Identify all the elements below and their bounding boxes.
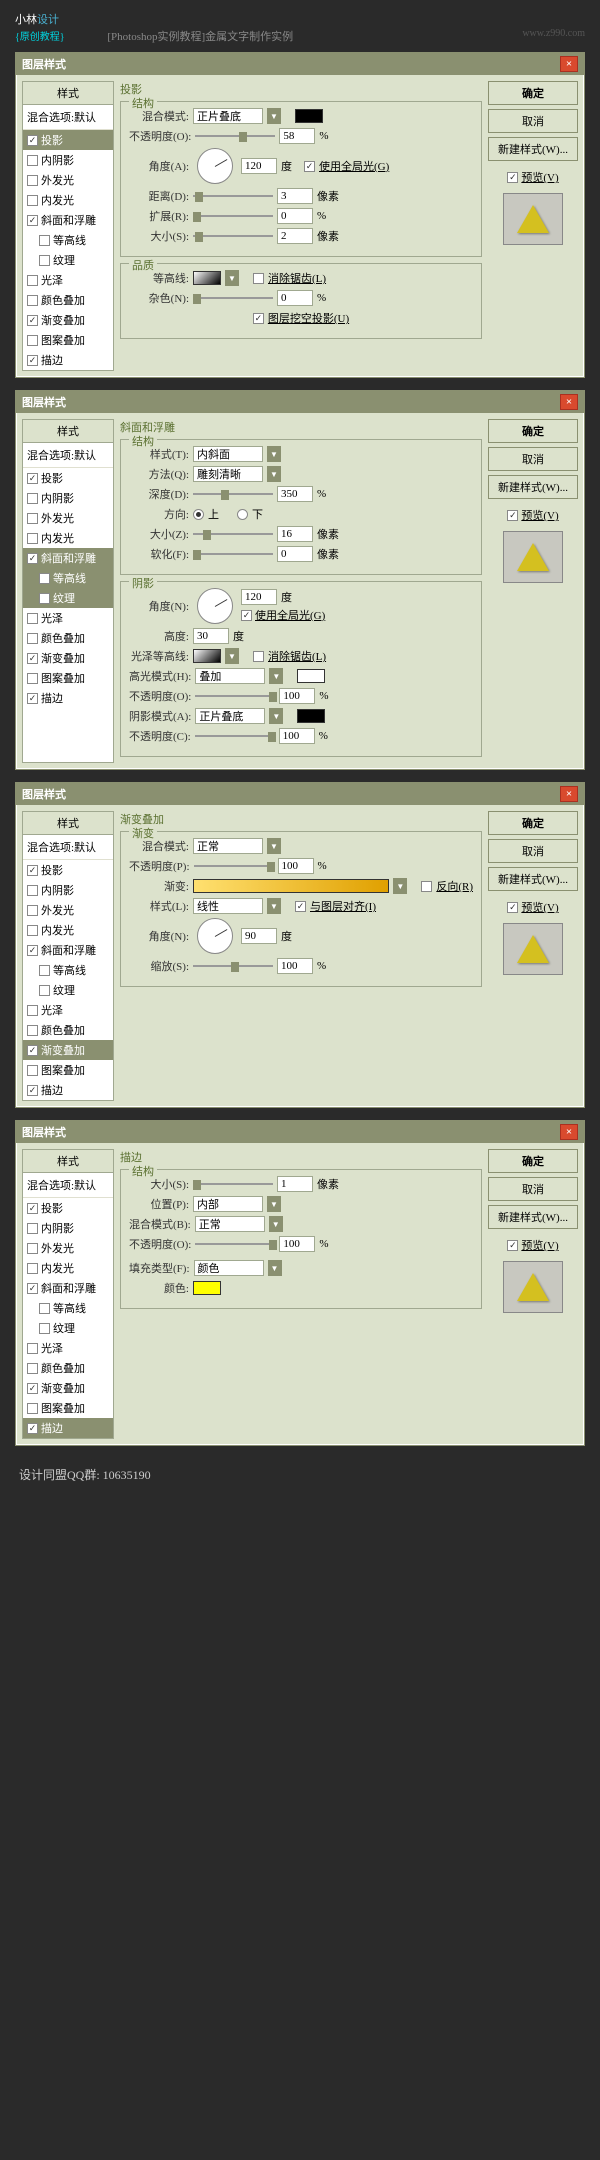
structure-group: 结构 混合模式:正片叠底▼ 不透明度(O):58% 角度(A):120度使用全局…: [120, 101, 482, 257]
ok-button[interactable]: 确定: [488, 1149, 578, 1173]
angle-dial[interactable]: [197, 148, 233, 184]
styles-header: 样式: [23, 82, 113, 105]
footer-text: 设计同盟QQ群: 10635190: [15, 1458, 585, 1491]
dialog-title: 图层样式: [22, 56, 66, 72]
cancel-button[interactable]: 取消: [488, 1177, 578, 1201]
new-style-button[interactable]: 新建样式(W)...: [488, 867, 578, 891]
direction-up-radio[interactable]: [193, 509, 204, 520]
angle-field[interactable]: 120: [241, 158, 277, 174]
ok-button[interactable]: 确定: [488, 419, 578, 443]
knockout-checkbox[interactable]: [253, 313, 264, 324]
close-button[interactable]: ×: [560, 394, 578, 410]
highlight-color[interactable]: [297, 669, 325, 683]
size-slider[interactable]: [193, 230, 273, 242]
styles-list: 样式 混合选项:默认 投影 内阴影 外发光 内发光 斜面和浮雕 等高线 纹理 光…: [22, 81, 114, 371]
style-inner-shadow[interactable]: 内阴影: [23, 150, 113, 170]
style-gradient-overlay[interactable]: 渐变叠加: [23, 1040, 113, 1060]
page-header: 小林设计 {原创教程} [Photoshop实例教程]金属文字制作实例 www.…: [15, 10, 585, 44]
close-button[interactable]: ×: [560, 786, 578, 802]
angle-dial[interactable]: [197, 588, 233, 624]
titlebar: 图层样式 ×: [16, 53, 584, 75]
logo: 小林设计: [15, 10, 59, 28]
dialog-drop-shadow: 图层样式 × 样式 混合选项:默认 投影 内阴影 外发光 内发光 斜面和浮雕 等…: [15, 52, 585, 378]
style-contour[interactable]: 等高线: [23, 230, 113, 250]
opacity-field[interactable]: 58: [279, 128, 315, 144]
style-color-overlay[interactable]: 颜色叠加: [23, 290, 113, 310]
blend-options[interactable]: 混合选项:默认: [23, 105, 113, 130]
ok-button[interactable]: 确定: [488, 811, 578, 835]
stroke-color-swatch[interactable]: [193, 1281, 221, 1295]
close-button[interactable]: ×: [560, 56, 578, 72]
ok-button[interactable]: 确定: [488, 81, 578, 105]
checkbox[interactable]: [27, 135, 38, 146]
style-satin[interactable]: 光泽: [23, 270, 113, 290]
quality-group: 品质 等高线:▼消除锯齿(L) 杂色(N):0% 图层挖空投影(U): [120, 263, 482, 339]
size-field[interactable]: 2: [277, 228, 313, 244]
cancel-button[interactable]: 取消: [488, 839, 578, 863]
cancel-button[interactable]: 取消: [488, 109, 578, 133]
direction-down-radio[interactable]: [237, 509, 248, 520]
settings-panel: 投影 结构 混合模式:正片叠底▼ 不透明度(O):58% 角度(A):120度使…: [120, 81, 488, 371]
close-button[interactable]: ×: [560, 1124, 578, 1140]
spread-field[interactable]: 0: [277, 208, 313, 224]
new-style-button[interactable]: 新建样式(W)...: [488, 137, 578, 161]
preview-checkbox[interactable]: [507, 172, 518, 183]
style-inner-glow[interactable]: 内发光: [23, 190, 113, 210]
noise-slider[interactable]: [193, 292, 273, 304]
dialog-gradient-overlay: 图层样式× 样式 混合选项:默认 投影 内阴影 外发光 内发光 斜面和浮雕 等高…: [15, 782, 585, 1108]
distance-slider[interactable]: [193, 190, 273, 202]
tutorial-title: [Photoshop实例教程]金属文字制作实例: [107, 28, 293, 44]
contour-picker[interactable]: [193, 271, 221, 285]
preview-thumbnail: [503, 193, 563, 245]
dialog-stroke: 图层样式× 样式 混合选项:默认 投影 内阴影 外发光 内发光 斜面和浮雕 等高…: [15, 1120, 585, 1446]
noise-field[interactable]: 0: [277, 290, 313, 306]
style-texture[interactable]: 纹理: [23, 250, 113, 270]
global-light-checkbox[interactable]: [304, 161, 315, 172]
dialog-bevel: 图层样式× 样式 混合选项:默认 投影 内阴影 外发光 内发光 斜面和浮雕 等高…: [15, 390, 585, 770]
style-drop-shadow[interactable]: 投影: [23, 130, 113, 150]
side-buttons: 确定 取消 新建样式(W)... 预览(V): [488, 81, 578, 371]
logo-sub: {原创教程}: [15, 32, 65, 43]
style-pattern-overlay[interactable]: 图案叠加: [23, 330, 113, 350]
blend-mode-select[interactable]: 正片叠底: [193, 108, 263, 124]
style-bevel[interactable]: 斜面和浮雕: [23, 210, 113, 230]
style-stroke[interactable]: 描边: [23, 350, 113, 370]
style-bevel[interactable]: 斜面和浮雕: [23, 548, 113, 568]
cancel-button[interactable]: 取消: [488, 447, 578, 471]
style-gradient-overlay[interactable]: 渐变叠加: [23, 310, 113, 330]
distance-field[interactable]: 3: [277, 188, 313, 204]
style-outer-glow[interactable]: 外发光: [23, 170, 113, 190]
section-title: 投影: [120, 81, 482, 97]
antialias-checkbox[interactable]: [253, 273, 264, 284]
site-url: www.z990.com: [522, 28, 585, 39]
dropdown-arrow-icon[interactable]: ▼: [225, 270, 239, 286]
new-style-button[interactable]: 新建样式(W)...: [488, 475, 578, 499]
new-style-button[interactable]: 新建样式(W)...: [488, 1205, 578, 1229]
style-stroke[interactable]: 描边: [23, 1418, 113, 1438]
gradient-picker[interactable]: [193, 879, 389, 893]
dropdown-arrow-icon[interactable]: ▼: [267, 108, 281, 124]
bevel-style-select[interactable]: 内斜面: [193, 446, 263, 462]
technique-select[interactable]: 雕刻清晰: [193, 466, 263, 482]
shadow-color[interactable]: [297, 709, 325, 723]
shadow-color-swatch[interactable]: [295, 109, 323, 123]
spread-slider[interactable]: [193, 210, 273, 222]
opacity-slider[interactable]: [195, 130, 275, 142]
styles-list: 样式 混合选项:默认 投影 内阴影 外发光 内发光 斜面和浮雕 等高线 纹理 光…: [22, 419, 114, 763]
